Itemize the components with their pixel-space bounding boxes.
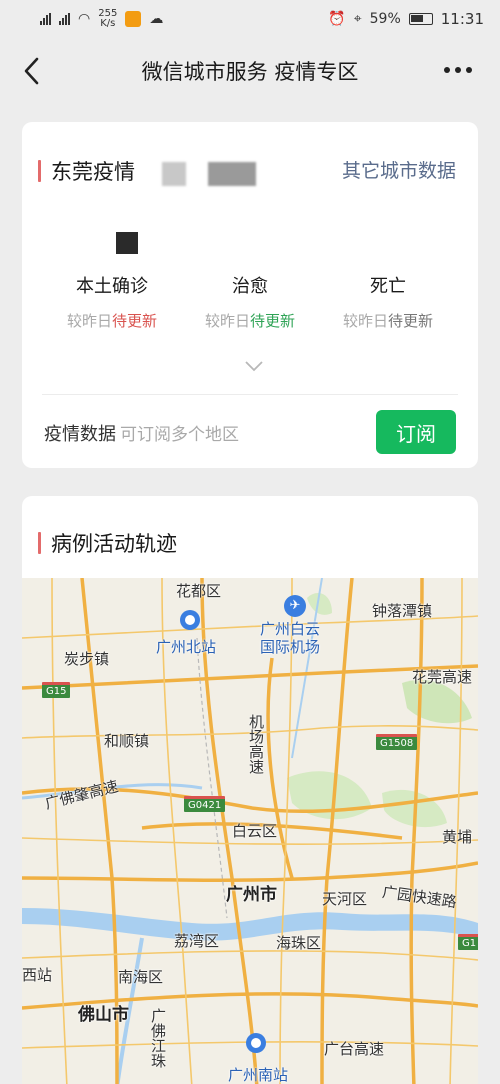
network-speed: 255 K/s xyxy=(98,8,118,29)
map-label: 广州市 xyxy=(226,885,277,905)
map-label: 花都区 xyxy=(176,582,222,600)
map-label: 广州北站 xyxy=(156,638,217,656)
map-label: 天河区 xyxy=(322,890,368,908)
stat-deaths: 死亡 较昨日待更新 xyxy=(318,272,458,331)
map-label: 白云区 xyxy=(232,822,278,840)
subscribe-button[interactable]: 订阅 xyxy=(376,410,456,454)
map-label: 海珠区 xyxy=(276,934,322,952)
track-header: 病例活动轨迹 xyxy=(38,528,177,558)
battery-icon xyxy=(408,13,433,25)
redacted-block xyxy=(162,162,186,186)
other-cities-link[interactable]: 其它城市数据 xyxy=(342,156,456,183)
stat-change: 较昨日待更新 xyxy=(342,312,434,330)
epidemic-card: 东莞疫情 其它城市数据 本土确诊 较昨日待更新 治愈 较昨日待更新 死亡 较昨日… xyxy=(22,122,478,468)
page-title: 微信城市服务 疫情专区 xyxy=(141,60,359,84)
map-label: 钟落潭镇 xyxy=(372,602,433,620)
map-label: 炭步镇 xyxy=(64,650,110,668)
more-dots-icon xyxy=(444,67,450,73)
battery-percent: 59% xyxy=(369,11,401,27)
epidemic-header: 东莞疫情 xyxy=(38,156,135,186)
map-label: 花莞高速 xyxy=(412,668,473,686)
map-label: 广州白云国际机场 xyxy=(260,620,321,656)
track-title: 病例活动轨迹 xyxy=(51,532,177,556)
map-label: 南海区 xyxy=(118,968,164,986)
subscribe-hint: 可订阅多个地区 xyxy=(120,425,239,445)
map-label: 西站 xyxy=(22,966,53,984)
highway-badge: G0421 xyxy=(184,796,226,812)
stat-change: 较昨日待更新 xyxy=(66,312,158,330)
redacted-number xyxy=(116,232,138,254)
stat-change: 较昨日待更新 xyxy=(204,312,296,330)
railway-station-icon xyxy=(246,1033,266,1053)
stat-label: 死亡 xyxy=(370,276,406,297)
nav-bar: 微信城市服务 疫情专区 xyxy=(0,38,500,104)
signal-icon xyxy=(59,13,70,25)
map-label: 和顺镇 xyxy=(104,732,150,750)
status-bar: ◠ 255 K/s ☁ ⏰ ⌖ 59% 11:31 xyxy=(0,0,500,38)
subscribe-row: 疫情数据 可订阅多个地区 xyxy=(44,420,239,446)
stat-cured: 治愈 较昨日待更新 xyxy=(180,272,320,331)
alarm-icon: ⏰ xyxy=(328,11,346,27)
redacted-block xyxy=(208,162,256,186)
chevron-down-icon xyxy=(245,361,263,372)
subscribe-label: 疫情数据 xyxy=(44,424,116,445)
map-label: 广州南站 xyxy=(228,1066,289,1084)
stat-confirmed: 本土确诊 较昨日待更新 xyxy=(42,272,182,331)
map-view[interactable]: ✈ 花都区 广州北站 广州白云国际机场 钟落潭镇 炭步镇 花莞高速 和顺镇 机场… xyxy=(22,578,478,1084)
clock-time: 11:31 xyxy=(440,10,484,28)
location-icon: ⌖ xyxy=(353,11,362,27)
epidemic-title: 东莞疫情 xyxy=(51,160,135,184)
map-label: 广佛江珠 xyxy=(149,1008,167,1068)
highway-badge: G1508 xyxy=(376,734,418,750)
expand-button[interactable] xyxy=(244,358,264,372)
back-arrow-icon xyxy=(24,57,39,85)
railway-station-icon xyxy=(180,610,200,630)
divider xyxy=(42,394,458,395)
map-label: 荔湾区 xyxy=(174,932,220,950)
highway-badge: G15 xyxy=(42,682,71,698)
stat-label: 本土确诊 xyxy=(76,276,148,297)
map-label: 广台高速 xyxy=(324,1040,385,1058)
stat-label: 治愈 xyxy=(232,276,268,297)
back-button[interactable] xyxy=(18,54,48,88)
map-label: 佛山市 xyxy=(78,1005,129,1025)
signal-icon xyxy=(40,13,51,25)
map-label: 机场高速 xyxy=(247,714,265,774)
map-label: 黄埔 xyxy=(442,828,473,846)
cloud-icon: ☁ xyxy=(149,11,164,27)
app-notification-icon xyxy=(125,11,142,27)
highway-badge: G1 xyxy=(458,934,478,950)
wifi-icon: ◠ xyxy=(78,11,91,27)
airport-icon: ✈ xyxy=(284,595,306,617)
accent-bar xyxy=(38,160,41,182)
accent-bar xyxy=(38,532,41,554)
more-button[interactable] xyxy=(444,58,478,82)
track-card: 病例活动轨迹 ✈ 花都区 广州北站 广州白云国际机场 钟落潭镇 炭步镇 花莞高速… xyxy=(22,496,478,1084)
